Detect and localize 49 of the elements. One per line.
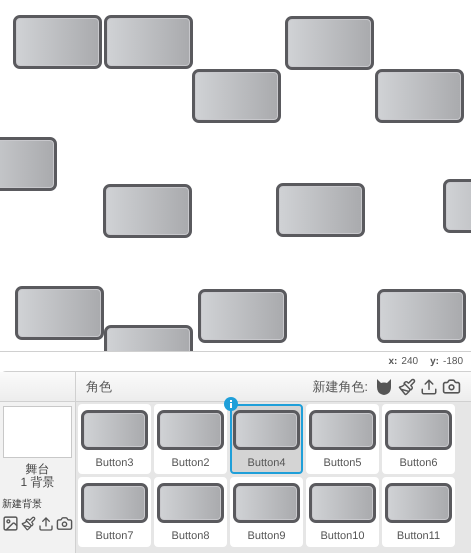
sprite-tile[interactable]: Button2 [154,404,227,474]
sprite-thumbnail [157,483,224,523]
sprite-thumbnail [81,483,148,523]
sprite-name: Button4 [248,456,286,471]
sprite-thumbnail [309,483,376,523]
sprite-thumbnail [385,410,452,450]
stage-label: 舞台 [26,463,50,476]
y-value: -180 [442,355,463,369]
sprite-tile[interactable]: Button4 [230,404,303,474]
sprites-title: 角色 [86,378,112,396]
sprite-tile[interactable]: Button10 [306,477,379,547]
sprite-name: Button8 [172,529,210,544]
sprite-tile[interactable]: Button7 [78,477,151,547]
paintbrush-icon[interactable] [21,516,36,531]
camera-icon[interactable] [442,377,461,396]
info-icon[interactable] [224,397,238,411]
sprite-tile[interactable]: Button11 [382,477,455,547]
sprite-thumbnail [233,410,300,450]
sprite-name: Button10 [320,529,365,544]
x-label: x: [388,355,398,369]
x-value: 240 [401,355,418,369]
sprite-name: Button11 [396,529,440,544]
new-sprite-label: 新建角色: [312,378,368,396]
sprite-thumbnail [157,410,224,450]
sprite-tile[interactable]: Button3 [78,404,151,474]
sprite-head-icon[interactable] [374,376,394,396]
sprite-thumbnail [233,483,300,523]
sprite-tile[interactable]: Button6 [382,404,455,474]
sprite-name: Button7 [96,529,134,544]
sprite-tile[interactable]: Button8 [154,477,227,547]
camera-icon[interactable] [56,515,73,532]
image-icon[interactable] [2,515,19,532]
new-backdrop-label: 新建背景 [2,498,43,512]
sprite-tile[interactable]: Button5 [306,404,379,474]
sprite-thumbnail [385,483,452,523]
y-label: y: [430,355,439,369]
paintbrush-icon[interactable] [398,378,416,396]
sprite-name: Button2 [172,456,210,471]
upload-icon[interactable] [38,516,54,532]
sprite-name: Button6 [400,456,438,471]
backdrop-count: 1 背景 [20,476,54,489]
sprite-tile[interactable]: Button9 [230,477,303,547]
stage-thumbnail[interactable] [3,406,72,458]
sprite-thumbnail [309,410,376,450]
sprite-name: Button9 [248,529,286,544]
upload-icon[interactable] [420,378,438,396]
sprite-name: Button3 [96,456,134,471]
sprite-thumbnail [81,410,148,450]
sprite-name: Button5 [324,456,362,471]
